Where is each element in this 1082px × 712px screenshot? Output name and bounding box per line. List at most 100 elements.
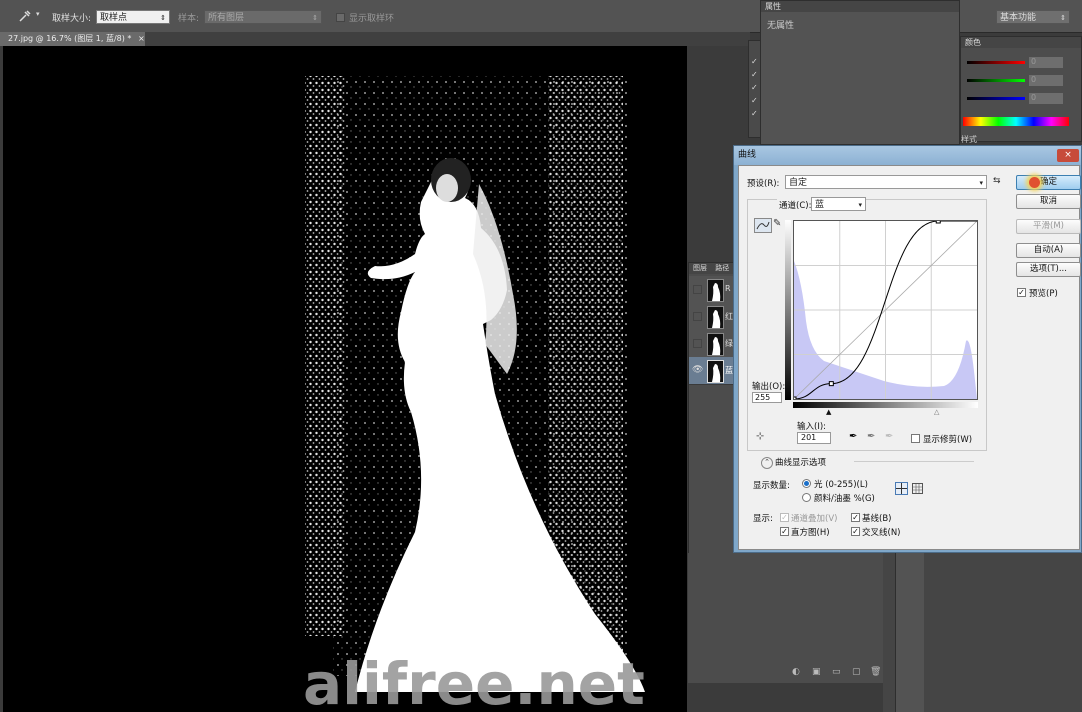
dialog-titlebar[interactable]: 曲线 × bbox=[734, 146, 1081, 165]
preset-options-icon[interactable]: ⇆ bbox=[993, 176, 1001, 186]
new-layer-icon[interactable]: ▢ bbox=[852, 667, 861, 677]
curves-dialog: 曲线 × 预设(R): 自定 ▾ ⇆ 通道(C): 蓝 ▾ ✎ ▲ △ 输出(O… bbox=[733, 145, 1082, 553]
styles-tab[interactable]: 样式 bbox=[961, 134, 977, 145]
sample-label: 样本: bbox=[178, 14, 200, 24]
show-clipping-checkbox[interactable] bbox=[911, 434, 920, 443]
intersection-label: 交叉线(N) bbox=[862, 528, 901, 538]
tab-paths[interactable]: 路径 bbox=[715, 264, 729, 272]
green-slider[interactable] bbox=[967, 79, 1025, 82]
intersection-checkbox[interactable]: ✓ bbox=[851, 527, 860, 536]
cancel-label: 取消 bbox=[1039, 196, 1057, 206]
tab-layers[interactable]: 图层 bbox=[693, 264, 707, 272]
show-label: 显示: bbox=[753, 514, 773, 524]
visibility-toggle[interactable] bbox=[693, 339, 702, 348]
blue-slider[interactable] bbox=[967, 97, 1025, 100]
pigment-radio[interactable] bbox=[802, 493, 811, 502]
channel-label: 通道(C): bbox=[777, 199, 814, 211]
ok-button[interactable]: 确定 bbox=[1016, 175, 1081, 190]
layer-label: 蓝 bbox=[725, 366, 733, 375]
properties-title: 属性 bbox=[765, 2, 781, 11]
output-gradient bbox=[785, 220, 791, 400]
preset-label: 预设(R): bbox=[747, 179, 780, 189]
layer-row-selected[interactable]: 👁 蓝 bbox=[689, 357, 734, 385]
document-title: 27.jpg @ 16.7% (图层 1, 蓝/8) * bbox=[8, 34, 132, 43]
curve-point-tool-icon[interactable] bbox=[754, 218, 772, 233]
curve-graph[interactable] bbox=[791, 218, 978, 402]
chevron-down-icon: ▾ bbox=[858, 201, 862, 209]
black-eyedropper-icon[interactable]: ✒ bbox=[849, 431, 857, 442]
grid-detailed-icon[interactable] bbox=[912, 483, 923, 494]
curve-control-point[interactable] bbox=[935, 218, 941, 224]
preset-value: 自定 bbox=[789, 178, 808, 188]
curve-control-point[interactable] bbox=[828, 381, 834, 387]
canvas[interactable]: alifree.net bbox=[3, 46, 687, 712]
histogram-checkbox[interactable]: ✓ bbox=[780, 527, 789, 536]
red-slider[interactable] bbox=[967, 61, 1025, 64]
close-icon[interactable]: × bbox=[1057, 149, 1079, 162]
layer-row[interactable]: 绿 bbox=[689, 330, 734, 358]
red-value[interactable]: 0 bbox=[1029, 57, 1063, 68]
properties-content: 无属性 bbox=[767, 21, 795, 31]
layers-panel-ext bbox=[688, 553, 883, 683]
color-tab[interactable]: 颜色 bbox=[961, 37, 1081, 48]
channel-overlay-checkbox[interactable]: ✓ bbox=[780, 513, 789, 522]
show-amount-label: 显示数量: bbox=[753, 481, 790, 491]
canvas-image: alifree.net bbox=[303, 76, 645, 712]
collapse-icon[interactable]: ⌃ bbox=[761, 457, 773, 469]
chevron-down-icon: ⇕ bbox=[1060, 14, 1066, 22]
input-field[interactable]: 201 bbox=[797, 432, 831, 444]
layers-tabs: 图层 路径 bbox=[689, 263, 733, 274]
close-tab-icon[interactable]: × bbox=[138, 34, 145, 43]
green-value[interactable]: 0 bbox=[1029, 75, 1063, 86]
options-button[interactable]: 选项(T)... bbox=[1016, 262, 1081, 277]
baseline-checkbox[interactable]: ✓ bbox=[851, 513, 860, 522]
cancel-button[interactable]: 取消 bbox=[1016, 194, 1081, 209]
sample-select[interactable]: 所有图层 ⇕ bbox=[204, 10, 322, 24]
smooth-button[interactable]: 平滑(M) bbox=[1016, 219, 1081, 234]
eye-icon[interactable]: 👁 bbox=[692, 365, 703, 375]
layer-label: R bbox=[725, 284, 731, 293]
visibility-toggle[interactable] bbox=[693, 285, 702, 294]
mask-icon[interactable]: ▣ bbox=[812, 667, 821, 677]
curve-control-point[interactable] bbox=[791, 396, 797, 402]
color-panel: 颜色 0 0 0 样式 bbox=[960, 36, 1082, 145]
folder-icon[interactable]: ▭ bbox=[832, 667, 841, 677]
blue-value[interactable]: 0 bbox=[1029, 93, 1063, 104]
white-point-slider-icon[interactable]: △ bbox=[934, 408, 939, 416]
eyedropper-tool-icon[interactable] bbox=[18, 9, 32, 23]
ok-label: 确定 bbox=[1039, 177, 1057, 187]
layer-thumbnail bbox=[707, 360, 724, 383]
pencil-tool-icon[interactable]: ✎ bbox=[773, 218, 781, 229]
properties-panel: 属性 无属性 bbox=[760, 0, 960, 145]
output-field[interactable]: 255 bbox=[752, 392, 782, 403]
preview-checkbox[interactable]: ✓ bbox=[1017, 288, 1026, 297]
layer-thumbnail bbox=[707, 333, 724, 356]
chevron-down-icon: ▾ bbox=[979, 179, 983, 187]
target-adjust-icon[interactable]: ⊹ bbox=[756, 431, 764, 442]
channel-select[interactable]: 蓝 ▾ bbox=[811, 197, 866, 211]
gray-eyedropper-icon[interactable]: ✒ bbox=[867, 431, 875, 442]
section-divider bbox=[854, 461, 974, 462]
layer-label: 绿 bbox=[725, 339, 733, 348]
histogram-label: 直方图(H) bbox=[791, 528, 830, 538]
trash-icon[interactable]: 🗑 bbox=[870, 667, 881, 677]
auto-button[interactable]: 自动(A) bbox=[1016, 243, 1081, 258]
sample-size-select[interactable]: 取样点 ⇕ bbox=[96, 10, 170, 24]
dialog-title: 曲线 bbox=[738, 150, 757, 160]
show-ring-checkbox[interactable] bbox=[336, 13, 345, 22]
document-tab[interactable]: 27.jpg @ 16.7% (图层 1, 蓝/8) * × bbox=[0, 32, 145, 46]
layer-row[interactable]: 红 bbox=[689, 303, 734, 331]
baseline-label: 基线(B) bbox=[862, 514, 892, 524]
tool-preset-arrow-icon[interactable]: ▾ bbox=[36, 10, 40, 18]
light-radio[interactable] bbox=[802, 479, 811, 488]
black-point-slider-icon[interactable]: ▲ bbox=[826, 408, 831, 416]
visibility-toggle[interactable] bbox=[693, 312, 702, 321]
adjustment-icon[interactable]: ◐ bbox=[792, 667, 800, 677]
chevron-down-icon: ⇕ bbox=[160, 14, 166, 22]
grid-simple-icon[interactable] bbox=[895, 482, 908, 495]
layer-row[interactable]: R bbox=[689, 276, 734, 304]
color-spectrum[interactable] bbox=[963, 117, 1069, 126]
white-eyedropper-icon[interactable]: ✒ bbox=[885, 431, 893, 442]
preset-select[interactable]: 自定 ▾ bbox=[785, 175, 987, 189]
workspace-select[interactable]: 基本功能 ⇕ bbox=[996, 10, 1070, 24]
